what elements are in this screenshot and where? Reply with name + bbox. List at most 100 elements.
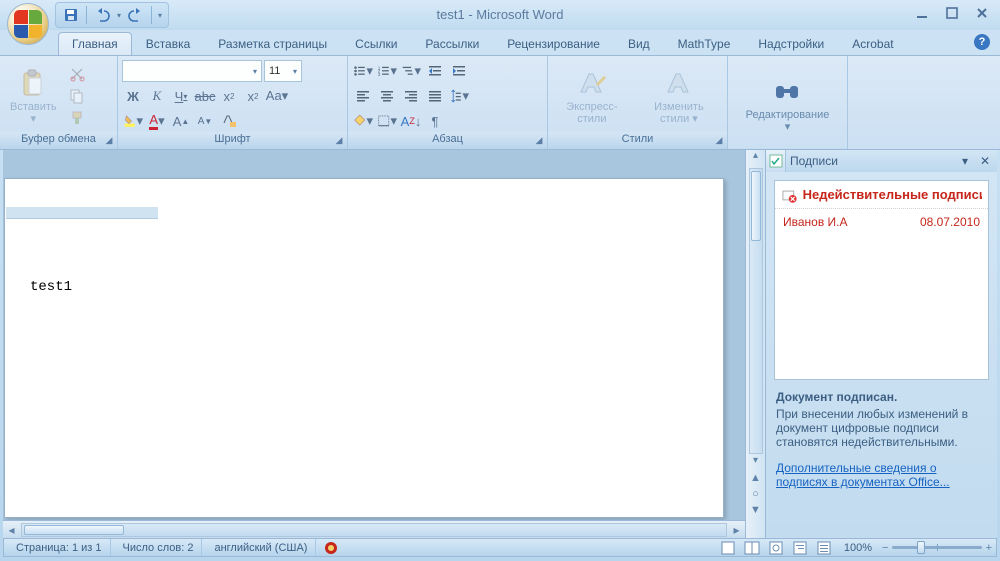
paragraph-launcher-icon[interactable]: ◢ bbox=[533, 135, 545, 147]
panel-title: Подписи bbox=[790, 154, 838, 168]
browse-object-icon[interactable]: ○ bbox=[752, 488, 759, 504]
copy-icon[interactable] bbox=[66, 86, 88, 106]
undo-dropdown-icon[interactable]: ▾ bbox=[117, 11, 121, 20]
justify-button[interactable] bbox=[424, 85, 446, 107]
styles-launcher-icon[interactable]: ◢ bbox=[713, 135, 725, 147]
increase-indent-button[interactable] bbox=[448, 60, 470, 82]
clear-format-button[interactable] bbox=[218, 110, 240, 132]
next-page-icon[interactable]: ▼ bbox=[750, 504, 761, 520]
scroll-up-icon[interactable]: ▴ bbox=[753, 150, 758, 167]
zoom-out-icon[interactable]: − bbox=[882, 542, 888, 554]
format-painter-icon[interactable] bbox=[66, 108, 88, 128]
help-icon[interactable]: ? bbox=[974, 34, 990, 50]
numbering-button[interactable]: 123▾ bbox=[376, 60, 398, 82]
quick-styles-button[interactable]: Экспресс-стили bbox=[552, 61, 632, 131]
tab-addins[interactable]: Надстройки bbox=[744, 32, 838, 55]
panel-task-icon[interactable] bbox=[766, 150, 786, 172]
borders-button[interactable]: ▾ bbox=[376, 110, 398, 132]
signed-heading: Документ подписан. bbox=[776, 390, 987, 404]
underline-button[interactable]: Ч▾ bbox=[170, 85, 192, 107]
tab-page-layout[interactable]: Разметка страницы bbox=[204, 32, 341, 55]
tab-mathtype[interactable]: MathType bbox=[664, 32, 745, 55]
sort-button[interactable]: AZ↓ bbox=[400, 110, 422, 132]
document-text: test1 bbox=[30, 279, 72, 295]
font-name-combo[interactable]: ▾ bbox=[122, 60, 262, 82]
decrease-indent-button[interactable] bbox=[424, 60, 446, 82]
prev-page-icon[interactable]: ▲ bbox=[750, 472, 761, 488]
group-clipboard: Вставить▾ Буфер обмена ◢ bbox=[0, 56, 118, 149]
paste-button[interactable]: Вставить▾ bbox=[4, 61, 63, 131]
align-center-button[interactable] bbox=[376, 85, 398, 107]
view-full-screen-icon[interactable] bbox=[742, 540, 762, 556]
tab-acrobat[interactable]: Acrobat bbox=[838, 32, 907, 55]
font-color-button[interactable]: A▾ bbox=[146, 110, 168, 132]
save-icon[interactable] bbox=[62, 6, 80, 24]
show-marks-button[interactable]: ¶ bbox=[424, 110, 446, 132]
status-sig-icon[interactable] bbox=[320, 539, 342, 556]
align-left-button[interactable] bbox=[352, 85, 374, 107]
panel-close-icon[interactable]: ✕ bbox=[977, 154, 993, 168]
align-right-button[interactable] bbox=[400, 85, 422, 107]
superscript-button[interactable]: x2 bbox=[242, 85, 264, 107]
tab-view[interactable]: Вид bbox=[614, 32, 664, 55]
grow-font-button[interactable]: A▲ bbox=[170, 110, 192, 132]
ribbon-tabbar: Главная Вставка Разметка страницы Ссылки… bbox=[0, 30, 1000, 55]
status-words[interactable]: Число слов: 2 bbox=[115, 539, 203, 556]
bold-button[interactable]: Ж bbox=[122, 85, 144, 107]
zoom-slider[interactable]: − + bbox=[882, 540, 992, 556]
quick-styles-icon bbox=[577, 67, 607, 101]
undo-icon[interactable] bbox=[93, 6, 111, 24]
tab-home[interactable]: Главная bbox=[58, 32, 132, 55]
multilevel-button[interactable]: ▾ bbox=[400, 60, 422, 82]
change-styles-button[interactable]: Изменить стили ▾ bbox=[635, 61, 723, 131]
line-spacing-button[interactable]: ▾ bbox=[448, 85, 470, 107]
office-button[interactable] bbox=[7, 3, 49, 45]
hscroll-thumb[interactable] bbox=[24, 525, 124, 535]
qat-customize-icon[interactable]: ▾ bbox=[158, 11, 162, 20]
editing-button[interactable]: Редактирование▾ bbox=[740, 69, 836, 139]
titlebar: ▾ ▾ test1 - Microsoft Word bbox=[0, 0, 1000, 30]
shading-button[interactable]: ▾ bbox=[352, 110, 374, 132]
subscript-button[interactable]: x2 bbox=[218, 85, 240, 107]
signature-row[interactable]: Иванов И.А 08.07.2010 bbox=[775, 209, 988, 235]
zoom-thumb[interactable] bbox=[917, 541, 925, 554]
zoom-value[interactable]: 100% bbox=[838, 542, 878, 554]
view-draft-icon[interactable] bbox=[814, 540, 834, 556]
vertical-scrollbar[interactable]: ▴ ▾ ▲ ○ ▼ bbox=[745, 150, 765, 538]
status-lang[interactable]: английский (США) bbox=[206, 539, 316, 556]
close-button[interactable] bbox=[970, 4, 994, 22]
scroll-left-icon[interactable]: ◂ bbox=[3, 523, 20, 537]
cut-icon[interactable] bbox=[66, 64, 88, 84]
maximize-button[interactable] bbox=[940, 4, 964, 22]
tab-insert[interactable]: Вставка bbox=[132, 32, 205, 55]
highlight-button[interactable]: ▾ bbox=[122, 110, 144, 132]
shrink-font-button[interactable]: A▼ bbox=[194, 110, 216, 132]
italic-button[interactable]: К bbox=[146, 85, 168, 107]
view-web-layout-icon[interactable] bbox=[766, 540, 786, 556]
tab-references[interactable]: Ссылки bbox=[341, 32, 411, 55]
tab-review[interactable]: Рецензирование bbox=[493, 32, 614, 55]
document-area: test1 ◂ ▸ bbox=[3, 150, 745, 538]
invalid-heading: Недействительные подписи bbox=[803, 187, 982, 202]
font-launcher-icon[interactable]: ◢ bbox=[333, 135, 345, 147]
view-print-layout-icon[interactable] bbox=[718, 540, 738, 556]
font-size-combo[interactable]: 11▾ bbox=[264, 60, 302, 82]
scroll-right-icon[interactable]: ▸ bbox=[728, 523, 745, 537]
sig-info-link[interactable]: Дополнительные сведения о подписях в док… bbox=[766, 455, 997, 489]
document-page[interactable]: test1 bbox=[4, 178, 724, 518]
panel-dropdown-icon[interactable]: ▾ bbox=[957, 154, 973, 168]
bullets-button[interactable]: ▾ bbox=[352, 60, 374, 82]
status-page[interactable]: Страница: 1 из 1 bbox=[8, 539, 111, 556]
tab-mailings[interactable]: Рассылки bbox=[411, 32, 493, 55]
signatures-panel: Подписи ▾ ✕ Недействительные подписи Ива… bbox=[765, 150, 997, 538]
vscroll-thumb[interactable] bbox=[751, 171, 761, 241]
clipboard-launcher-icon[interactable]: ◢ bbox=[103, 135, 115, 147]
scroll-down-icon[interactable]: ▾ bbox=[753, 455, 758, 472]
strike-button[interactable]: abc bbox=[194, 85, 216, 107]
change-case-button[interactable]: Aa▾ bbox=[266, 85, 288, 107]
minimize-button[interactable] bbox=[910, 4, 934, 22]
horizontal-scrollbar[interactable]: ◂ ▸ bbox=[3, 520, 745, 538]
view-outline-icon[interactable] bbox=[790, 540, 810, 556]
zoom-in-icon[interactable]: + bbox=[986, 542, 992, 554]
redo-icon[interactable] bbox=[127, 6, 145, 24]
